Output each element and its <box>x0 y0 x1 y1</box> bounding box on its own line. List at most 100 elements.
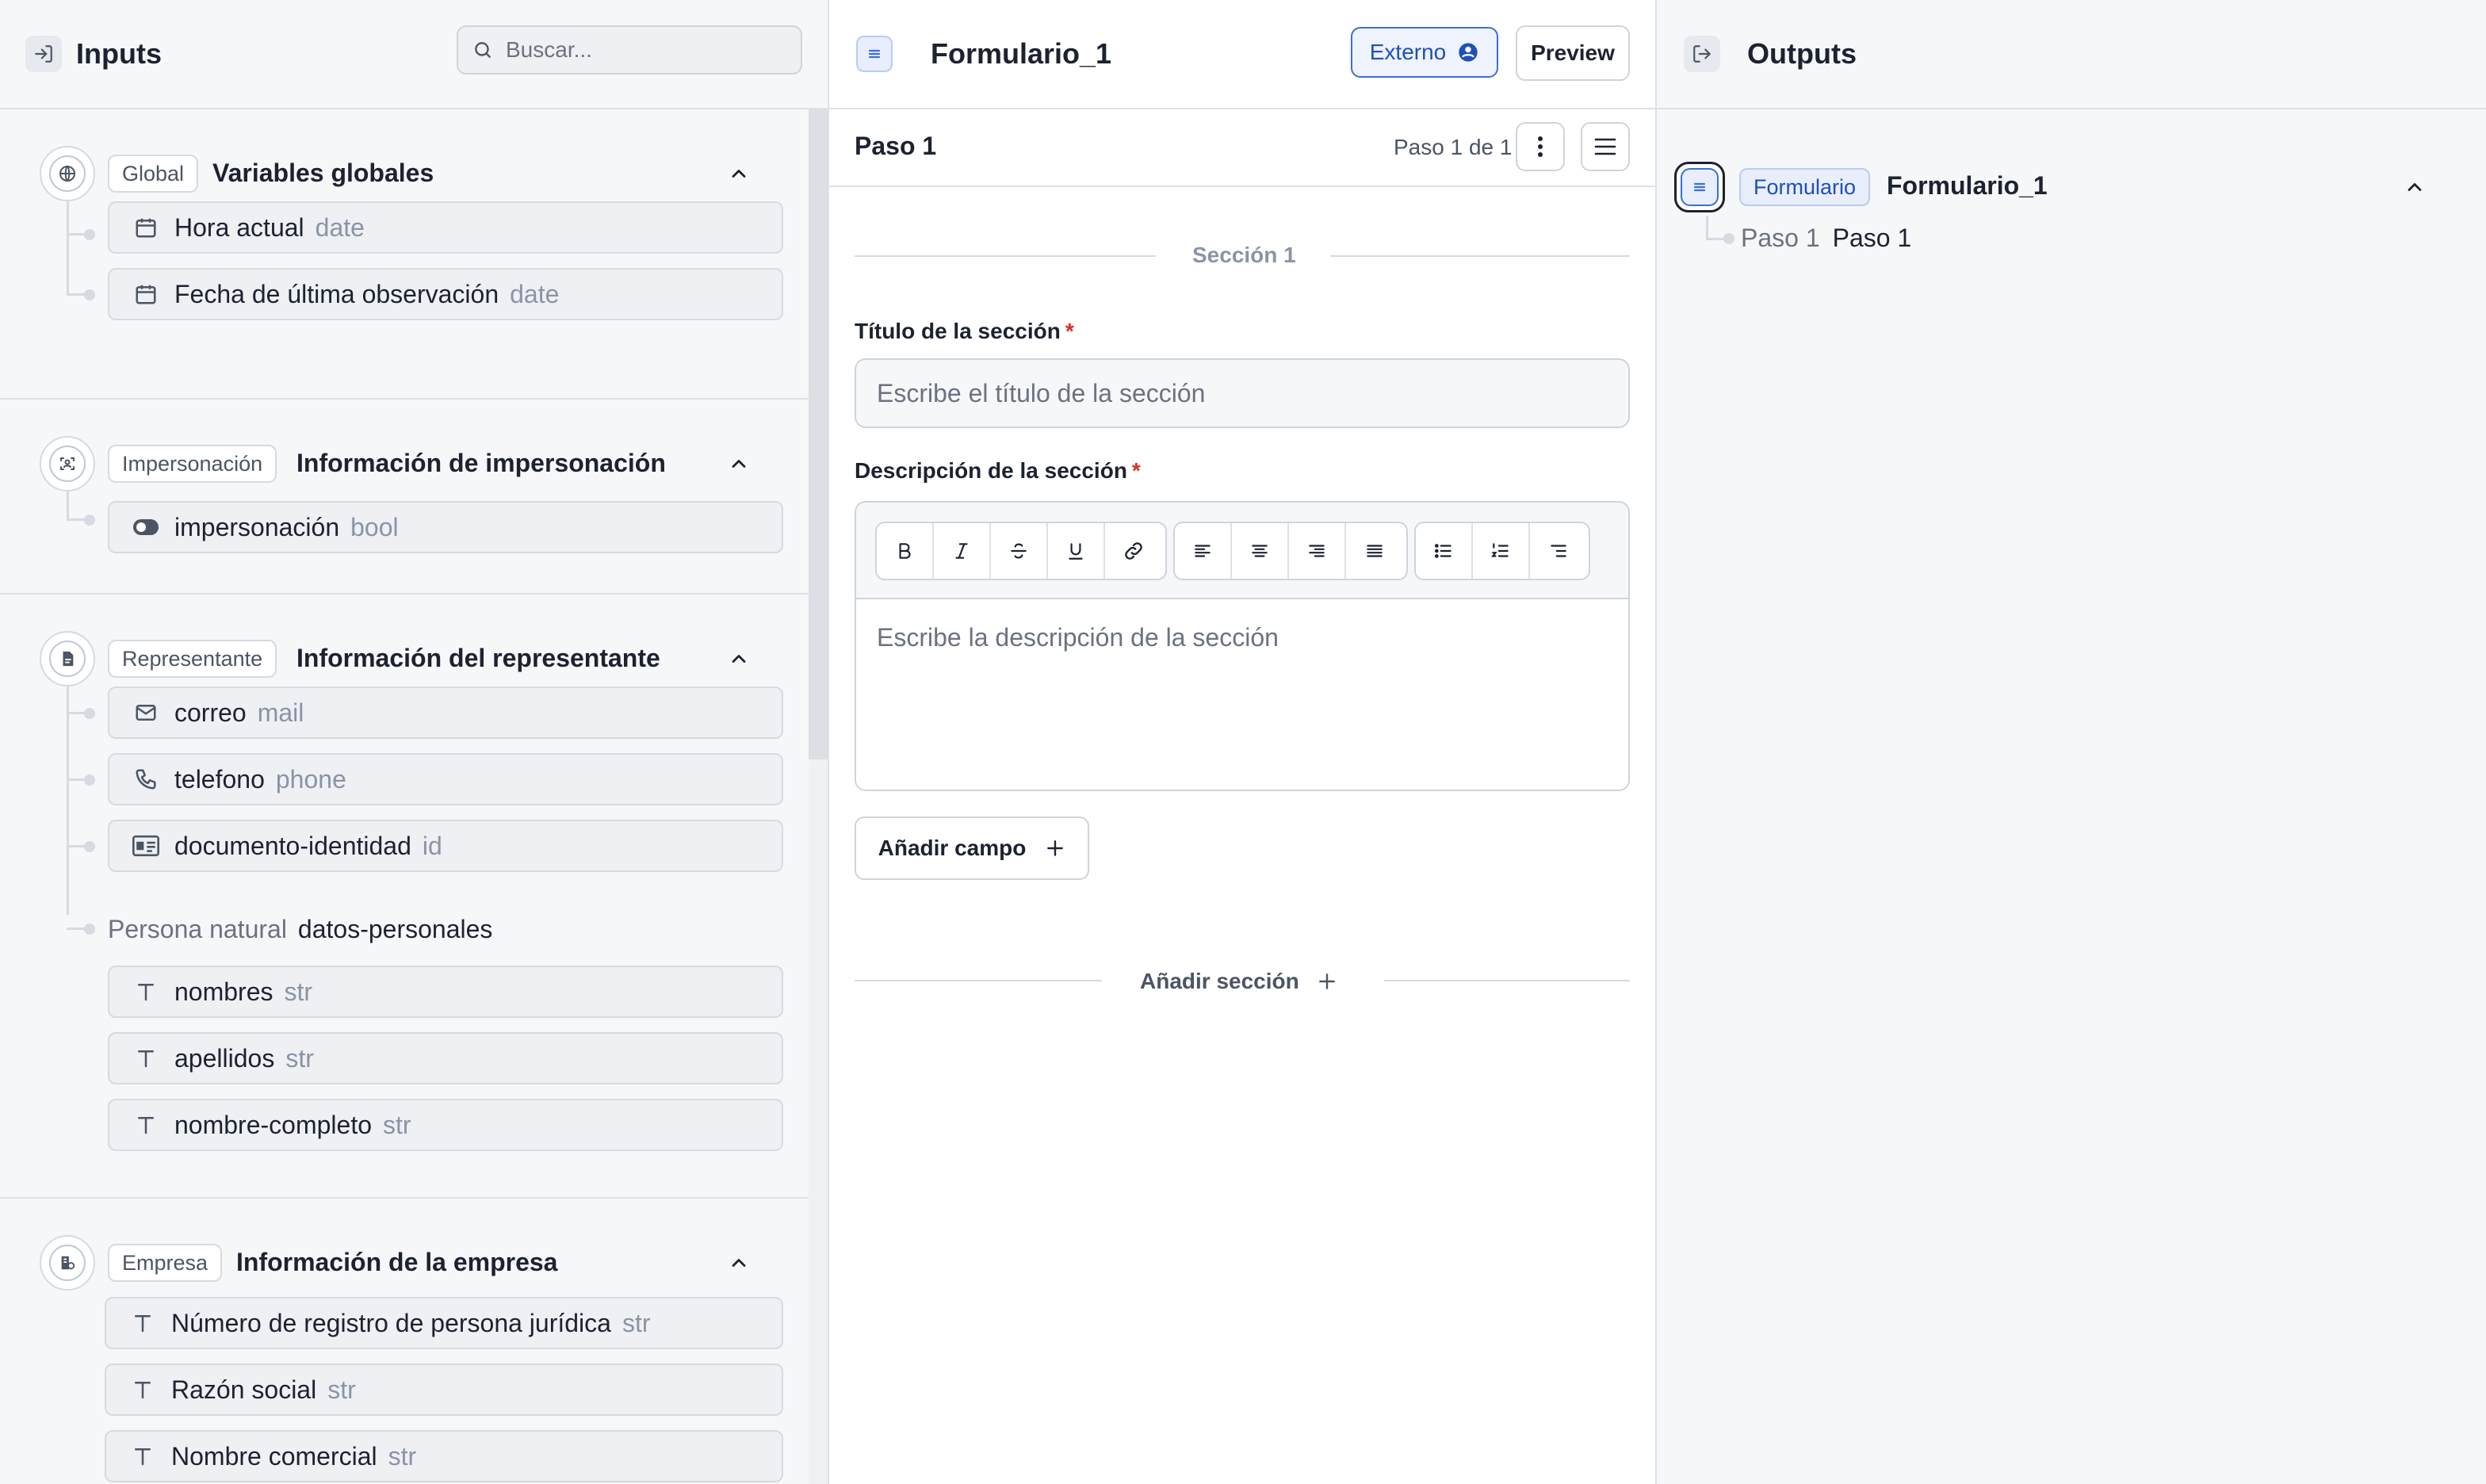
group-tag: Impersonación <box>108 445 277 483</box>
subgroup-label: Persona natural datos-personales <box>108 915 492 944</box>
field-correo[interactable]: correo mail <box>108 687 783 739</box>
preview-label: Preview <box>1531 40 1615 65</box>
field-type: str <box>327 1375 356 1404</box>
align-left-button[interactable] <box>1175 523 1232 579</box>
group-icon <box>40 436 95 491</box>
field-apellidos[interactable]: apellidos str <box>108 1032 783 1084</box>
collapse-chevron-icon[interactable] <box>2399 171 2431 203</box>
preview-button[interactable]: Preview <box>1516 25 1630 81</box>
align-justify-button[interactable] <box>1346 523 1403 579</box>
italic-button[interactable] <box>934 523 991 579</box>
strikethrough-button[interactable] <box>991 523 1048 579</box>
field-type: phone <box>275 764 346 794</box>
text-icon <box>132 1044 160 1073</box>
scrollbar-thumb[interactable] <box>809 109 828 759</box>
collapse-chevron-icon[interactable] <box>723 448 755 480</box>
building-icon <box>61 1256 75 1270</box>
align-center-icon <box>1252 545 1268 557</box>
outputs-title: Outputs <box>1747 37 1857 70</box>
field-name: documento-identidad <box>174 831 411 860</box>
group-empresa: Empresa Información de la empresa Número… <box>0 1199 809 1484</box>
editor-textarea[interactable]: Escribe la descripción de la sección <box>856 599 1628 790</box>
form-name: Formulario_1 <box>931 37 1112 70</box>
format-group <box>875 522 1167 580</box>
align-justify-icon <box>1367 545 1383 557</box>
sign-out-icon[interactable] <box>1684 36 1720 72</box>
group-impersonacion: Impersonación Información de impersonaci… <box>0 400 809 595</box>
calendar-icon <box>132 280 160 308</box>
group-title: Información de impersonación <box>296 449 666 477</box>
group-icon <box>40 631 95 687</box>
field-hora-actual[interactable]: Hora actual date <box>108 201 783 254</box>
link-icon <box>1125 542 1142 560</box>
field-numero-registro[interactable]: Número de registro de persona jurídica s… <box>105 1297 783 1349</box>
bullet-list-button[interactable] <box>1416 523 1473 579</box>
add-section-button[interactable]: Añadir sección <box>1140 964 1337 999</box>
align-center-button[interactable] <box>1232 523 1289 579</box>
inputs-panel: Inputs Global Variables globales Hora ac… <box>0 0 829 1484</box>
underline-button[interactable] <box>1048 523 1105 579</box>
text-icon <box>128 1309 157 1337</box>
step-header: Paso 1 Paso 1 de 1 <box>829 109 1655 187</box>
field-type: str <box>285 1043 314 1073</box>
field-nombre-comercial[interactable]: Nombre comercial str <box>105 1430 783 1482</box>
menu-button[interactable] <box>1581 122 1630 171</box>
field-type: str <box>622 1308 651 1337</box>
align-left-icon <box>1195 545 1210 557</box>
collapse-chevron-icon[interactable] <box>723 643 755 675</box>
form-icon[interactable] <box>856 36 893 72</box>
bold-button[interactable] <box>877 523 934 579</box>
add-field-button[interactable]: Añadir campo <box>855 817 1089 880</box>
output-form-tag: Formulario <box>1739 168 1871 206</box>
step-counter: Paso 1 de 1 <box>1394 135 1513 159</box>
field-documento-identidad[interactable]: documento-identidad id <box>108 820 783 872</box>
field-name: telefono <box>174 764 265 794</box>
field-name: nombre-completo <box>174 1110 372 1139</box>
field-type: date <box>510 279 560 308</box>
section-label: Sección 1 <box>1192 243 1296 267</box>
hamburger-icon <box>1594 138 1616 155</box>
toggle-icon <box>132 513 160 541</box>
group-icon <box>40 1235 95 1291</box>
field-razon-social[interactable]: Razón social str <box>105 1364 783 1416</box>
calendar-icon <box>132 213 160 242</box>
mail-icon <box>132 698 160 727</box>
group-global: Global Variables globales Hora actual da… <box>0 109 809 400</box>
outputs-header: Outputs <box>1657 0 2486 109</box>
output-step-item[interactable]: Paso 1 Paso 1 <box>1741 224 1911 253</box>
search-box[interactable] <box>457 25 802 75</box>
link-button[interactable] <box>1105 523 1162 579</box>
collapse-chevron-icon[interactable] <box>723 1247 755 1279</box>
sign-in-icon[interactable] <box>25 36 62 72</box>
section-title-label: Título de la sección * <box>855 319 1074 344</box>
search-input[interactable] <box>506 37 775 63</box>
group-tag: Global <box>108 155 199 193</box>
field-nombre-completo[interactable]: nombre-completo str <box>108 1099 783 1151</box>
step-title: Paso 1 <box>855 132 937 160</box>
plus-icon <box>1047 840 1064 856</box>
field-telefono[interactable]: telefono phone <box>108 753 783 805</box>
numbered-list-button[interactable] <box>1473 523 1530 579</box>
more-options-button[interactable] <box>1516 122 1565 171</box>
field-fecha-observacion[interactable]: Fecha de última observación date <box>108 268 783 320</box>
externo-button[interactable]: Externo <box>1351 27 1498 78</box>
field-nombres[interactable]: nombres str <box>108 966 783 1018</box>
add-section-label: Añadir sección <box>1140 969 1299 993</box>
strikethrough-icon <box>1011 543 1027 559</box>
add-field-label: Añadir campo <box>878 836 1027 860</box>
align-right-button[interactable] <box>1289 523 1346 579</box>
collapse-chevron-icon[interactable] <box>723 158 755 189</box>
field-impersonacion[interactable]: impersonación bool <box>108 501 783 553</box>
indent-button[interactable] <box>1530 523 1587 579</box>
field-type: id <box>422 831 442 860</box>
italic-icon <box>955 543 968 559</box>
section-title-input[interactable]: Escribe el título de la sección <box>855 358 1630 428</box>
field-name: correo <box>174 698 247 727</box>
group-title: Variables globales <box>212 159 434 187</box>
text-icon <box>132 977 160 1006</box>
output-form-node[interactable] <box>1674 162 1725 212</box>
form-editor-panel: Formulario_1 Externo Preview Paso 1 Paso… <box>829 0 1657 1484</box>
align-right-icon <box>1309 545 1325 557</box>
section-desc-placeholder: Escribe la descripción de la sección <box>877 623 1279 652</box>
group-title: Información del representante <box>296 644 660 672</box>
